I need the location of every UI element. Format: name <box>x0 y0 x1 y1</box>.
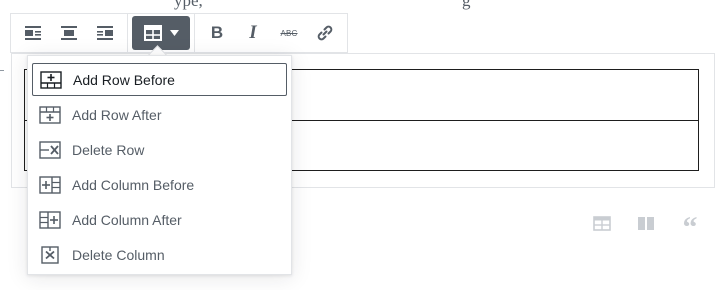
add-row-before-item[interactable]: Add Row Before <box>32 63 287 96</box>
background-text-right: g <box>462 0 471 10</box>
italic-icon: I <box>249 22 257 43</box>
align-right-icon <box>97 26 113 40</box>
strikethrough-icon: ABC <box>280 28 298 38</box>
menu-item-label: Add Column Before <box>72 176 195 193</box>
add-column-before-item[interactable]: Add Column Before <box>32 168 287 201</box>
insert-table-button[interactable] <box>592 214 612 232</box>
align-center-icon <box>61 26 77 40</box>
columns-icon <box>638 216 654 230</box>
italic-button[interactable]: I <box>235 16 271 50</box>
bold-button[interactable]: B <box>199 16 235 50</box>
formatting-group: B I ABC <box>195 14 347 52</box>
add-column-after-item[interactable]: Add Column After <box>32 203 287 236</box>
inserter-shortcuts: “ <box>592 213 700 243</box>
table-icon <box>593 215 611 231</box>
table-edit-menu: Add Row Before Add Row After Delete Row <box>27 55 292 275</box>
add-row-after-item[interactable]: Add Row After <box>32 98 287 131</box>
delete-row-icon <box>38 140 62 160</box>
table-edit-icon <box>143 25 162 41</box>
add-row-after-icon <box>38 105 62 125</box>
align-center-button[interactable] <box>51 16 87 50</box>
edit-table-button[interactable] <box>132 16 190 50</box>
link-icon <box>317 25 333 41</box>
delete-column-icon <box>38 245 62 265</box>
menu-item-label: Delete Column <box>72 246 165 263</box>
insert-columns-button[interactable] <box>636 214 656 232</box>
delete-row-item[interactable]: Delete Row <box>32 133 287 166</box>
left-margin-mark <box>0 70 4 71</box>
alignment-group <box>11 14 128 52</box>
bold-icon: B <box>210 23 224 42</box>
add-column-after-icon <box>38 210 62 230</box>
strikethrough-button[interactable]: ABC <box>271 16 307 50</box>
chevron-down-icon <box>169 30 179 36</box>
menu-item-label: Add Row Before <box>73 71 175 88</box>
menu-item-label: Add Column After <box>72 211 182 228</box>
add-row-before-icon <box>39 70 63 90</box>
add-column-before-icon <box>38 175 62 195</box>
menu-item-label: Add Row After <box>72 106 162 123</box>
menu-item-label: Delete Row <box>72 141 145 158</box>
link-button[interactable] <box>307 16 343 50</box>
quote-icon: “ <box>682 211 698 244</box>
table-group <box>128 14 195 52</box>
block-toolbar: B I ABC <box>10 13 348 53</box>
align-left-icon <box>25 26 41 40</box>
align-left-button[interactable] <box>15 16 51 50</box>
background-text-left: ype, <box>174 0 203 10</box>
delete-column-item[interactable]: Delete Column <box>32 238 287 271</box>
insert-quote-button[interactable]: “ <box>680 213 700 243</box>
align-right-button[interactable] <box>87 16 123 50</box>
